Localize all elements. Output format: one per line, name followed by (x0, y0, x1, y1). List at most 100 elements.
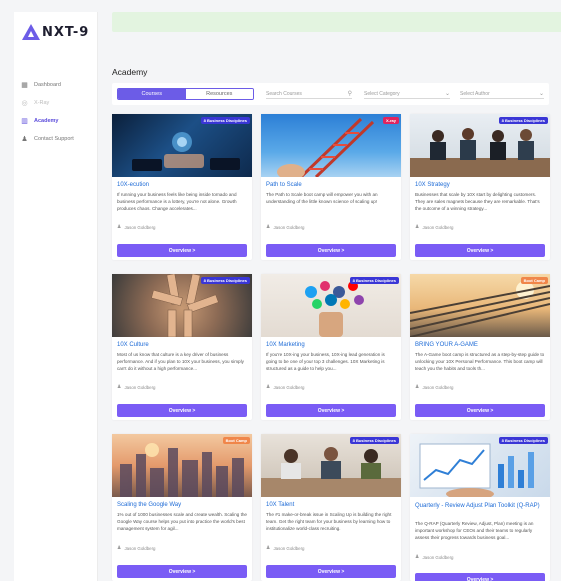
sidebar-nav: ▦ Dashboard ◎ X-Ray ▥ Academy ♟ Contact … (20, 76, 94, 148)
logo-mark-icon (22, 24, 40, 40)
card-author: ♟ Jason Goldberg (266, 384, 304, 390)
course-card: 8 Business Disciplines 10X Marketing If … (261, 274, 401, 420)
overview-button[interactable]: Overview > (117, 244, 247, 257)
card-author: ♟ Jason Goldberg (117, 384, 155, 390)
card-title[interactable]: Path to Scale (266, 182, 302, 188)
card-description: The Q-RAP (Quarterly Review, Adjust, Pla… (415, 521, 534, 540)
course-card: 8 Business Disciplines 10X Talent The #1… (261, 434, 401, 581)
search-icon: ⚲ (347, 91, 352, 97)
overview-button[interactable]: Overview > (415, 573, 545, 581)
course-card: Boot Camp BRING YOUR A-GAME The A-Game b… (410, 274, 550, 420)
card-title[interactable]: 10X Strategy (415, 182, 450, 188)
card-author: ♟ Jason Goldberg (266, 224, 304, 230)
course-image: 8 Business Disciplines (261, 274, 401, 337)
ladder-illustration (277, 117, 375, 177)
sidebar: NXT-9 ▦ Dashboard ◎ X-Ray ▥ Academy ♟ Co… (14, 12, 98, 581)
card-description: Businesses that scale by 10X start by de… (415, 192, 540, 211)
overview-button[interactable]: Overview > (117, 565, 247, 578)
tab-courses[interactable]: Courses (118, 89, 186, 99)
course-image: 8 Business Disciplines (410, 434, 550, 497)
user-icon: ♟ (415, 224, 420, 230)
search-input[interactable]: Search Courses ⚲ (266, 89, 352, 99)
author-name: Jason Goldberg (124, 545, 156, 551)
card-description: The #1 make-or-break issue in Scaling Up… (266, 512, 392, 531)
academy-icon: ▥ (21, 118, 28, 125)
chevron-down-icon: ⌄ (444, 91, 450, 97)
author-name: Jason Goldberg (124, 224, 156, 230)
author-name: Jason Goldberg (273, 384, 305, 390)
card-author: ♟ Jason Goldberg (117, 224, 155, 230)
overview-button[interactable]: Overview > (266, 565, 396, 578)
card-author: ♟ Jason Goldberg (415, 224, 453, 230)
card-description: If running your business feels like bein… (117, 192, 237, 211)
logo-text: NXT-9 (42, 24, 90, 40)
user-icon: ♟ (117, 384, 122, 390)
card-tag: 8 Business Disciplines (349, 437, 399, 444)
course-image: Boot Camp (112, 434, 252, 497)
card-title[interactable]: 10X Talent (266, 502, 294, 508)
author-placeholder: Select Author (460, 90, 490, 97)
card-tag: 8 Business Disciplines (200, 277, 250, 284)
course-card: 8 Business Disciplines 10X-ecution If ru… (112, 114, 252, 260)
logo[interactable]: NXT-9 (22, 24, 89, 40)
overview-button[interactable]: Overview > (117, 404, 247, 417)
category-select[interactable]: Select Category ⌄ (364, 89, 450, 99)
overview-button[interactable]: Overview > (266, 404, 396, 417)
card-author: ♟ Jason Goldberg (415, 384, 453, 390)
card-tag: 8 Business Disciplines (349, 277, 399, 284)
page-title: Academy (112, 67, 148, 77)
card-description: The Path to Scale boot camp will empower… (266, 192, 378, 204)
person-icon: ♟ (21, 136, 28, 143)
course-tabs: Courses Resources (117, 88, 254, 100)
author-name: Jason Goldberg (422, 224, 454, 230)
author-select[interactable]: Select Author ⌄ (460, 89, 544, 99)
author-name: Jason Goldberg (124, 384, 156, 390)
card-author: ♟ Jason Goldberg (266, 545, 304, 551)
card-tag: 8 Business Disciplines (498, 437, 548, 444)
user-icon: ♟ (415, 384, 420, 390)
chevron-down-icon: ⌄ (538, 91, 544, 97)
filter-bar: Courses Resources Search Courses ⚲ Selec… (112, 83, 549, 105)
user-icon: ♟ (266, 384, 271, 390)
sidebar-item-contact-support[interactable]: ♟ Contact Support (20, 130, 94, 148)
card-title[interactable]: Scaling the Google Way (117, 502, 181, 508)
card-tag: Boot Camp (222, 437, 250, 444)
sidebar-item-label: X-Ray (34, 100, 50, 106)
card-description: The A-Game boot camp is structured as a … (415, 352, 545, 371)
sidebar-item-label: Contact Support (34, 136, 74, 142)
card-tag: X-ray (382, 117, 399, 124)
user-icon: ♟ (266, 224, 271, 230)
tab-resources[interactable]: Resources (185, 89, 253, 99)
sidebar-item-academy[interactable]: ▥ Academy (20, 112, 94, 130)
user-icon: ♟ (117, 224, 122, 230)
card-title[interactable]: 10X Culture (117, 342, 149, 348)
sidebar-item-label: Dashboard (34, 82, 61, 88)
course-card: 8 Business Disciplines 10X Strategy Busi… (410, 114, 550, 260)
overview-button[interactable]: Overview > (415, 404, 545, 417)
course-image: 8 Business Disciplines (410, 114, 550, 177)
course-image: 8 Business Disciplines (112, 114, 252, 177)
card-title[interactable]: 10X-ecution (117, 182, 149, 188)
card-title[interactable]: 10X Marketing (266, 342, 305, 348)
sidebar-item-label: Academy (34, 118, 59, 124)
sidebar-item-dashboard[interactable]: ▦ Dashboard (20, 76, 94, 94)
card-description: Most of us know that culture is a key dr… (117, 352, 244, 371)
course-card: 8 Business Disciplines Quarterly - Revie… (410, 434, 550, 581)
card-tag: 8 Business Disciplines (200, 117, 250, 124)
grid-icon: ▦ (21, 82, 28, 89)
overview-button[interactable]: Overview > (266, 244, 396, 257)
course-card: Boot Camp Scaling the Google Way 1% out … (112, 434, 252, 581)
card-description: 1% out of 1000 businesses scale and crea… (117, 512, 247, 531)
card-title[interactable]: BRING YOUR A-GAME (415, 342, 478, 348)
card-title[interactable]: Quarterly - Review Adjust Plan Toolkit (… (415, 502, 545, 510)
user-icon: ♟ (117, 545, 122, 551)
card-author: ♟ Jason Goldberg (117, 545, 155, 551)
radar-icon: ◎ (21, 100, 28, 107)
overview-button[interactable]: Overview > (415, 244, 545, 257)
sidebar-item-xray[interactable]: ◎ X-Ray (20, 94, 94, 112)
user-icon: ♟ (266, 545, 271, 551)
course-image: 8 Business Disciplines (261, 434, 401, 497)
author-name: Jason Goldberg (422, 384, 454, 390)
course-card: 8 Business Disciplines 10X Culture Most … (112, 274, 252, 420)
author-name: Jason Goldberg (273, 224, 305, 230)
